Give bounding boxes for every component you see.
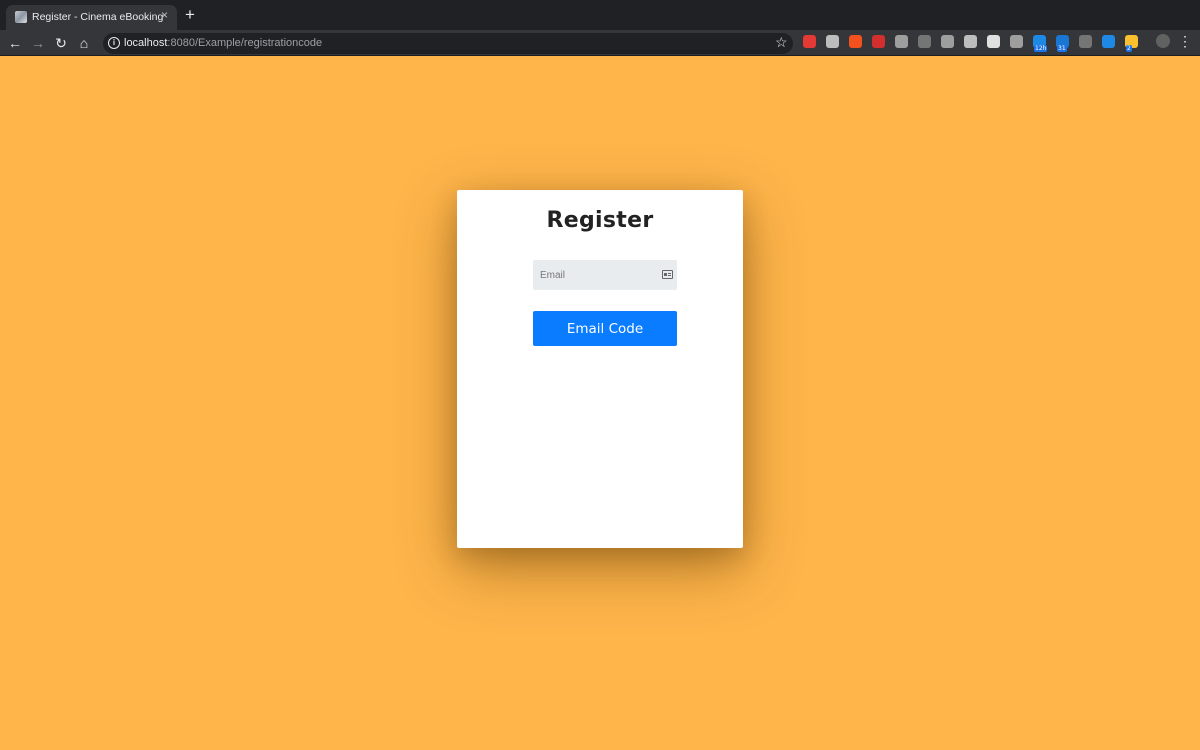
browser-menu-icon[interactable]: ⋮ <box>1178 33 1192 50</box>
site-info-icon[interactable]: i <box>108 37 120 49</box>
new-tab-button[interactable]: + <box>185 5 195 25</box>
home-button[interactable]: ⌂ <box>74 33 94 53</box>
ext-drive-icon[interactable] <box>826 35 839 48</box>
extension-badge: 12h <box>1034 45 1048 52</box>
ext-stack-icon[interactable] <box>895 35 908 48</box>
email-input[interactable] <box>533 260 677 290</box>
extension-badge: 2 <box>1126 45 1132 52</box>
contact-card-icon <box>662 270 673 279</box>
ext-screen-icon[interactable] <box>918 35 931 48</box>
ext-youtube-icon[interactable] <box>872 35 885 48</box>
ext-grey-icon[interactable] <box>964 35 977 48</box>
ext-red-icon[interactable] <box>803 35 816 48</box>
tab-close-icon[interactable]: × <box>161 8 168 22</box>
ext-os-icon[interactable] <box>1010 35 1023 48</box>
address-bar[interactable]: i localhost:8080/Example/registrationcod… <box>103 33 793 54</box>
ext-laptop-icon[interactable] <box>987 35 1000 48</box>
forward-button[interactable]: → <box>28 33 48 53</box>
bookmark-star-icon[interactable]: ☆ <box>775 34 788 51</box>
ext-cursor-icon[interactable] <box>941 35 954 48</box>
browser-tabstrip: Register - Cinema eBooking × + <box>0 0 1200 30</box>
favicon-icon <box>15 11 27 23</box>
url-text[interactable]: localhost:8080/Example/registrationcode <box>124 37 322 49</box>
register-card: Register Email Code <box>457 190 743 548</box>
profile-avatar-icon[interactable] <box>1156 34 1170 48</box>
url-path: :8080/Example/registrationcode <box>167 37 323 49</box>
url-host: localhost <box>124 37 168 49</box>
email-code-button[interactable]: Email Code <box>533 311 677 346</box>
back-button[interactable]: ← <box>5 33 25 53</box>
email-field <box>533 260 677 290</box>
extension-badge: 31 <box>1057 45 1067 52</box>
browser-tab[interactable]: Register - Cinema eBooking × <box>6 5 177 30</box>
reload-button[interactable]: ↻ <box>51 33 71 53</box>
page-title: Register <box>546 208 654 233</box>
ext-glasses-icon[interactable] <box>1079 35 1092 48</box>
ext-orange-icon[interactable] <box>849 35 862 48</box>
tab-title: Register - Cinema eBooking <box>32 11 164 23</box>
ext-bird-icon[interactable] <box>1102 35 1115 48</box>
